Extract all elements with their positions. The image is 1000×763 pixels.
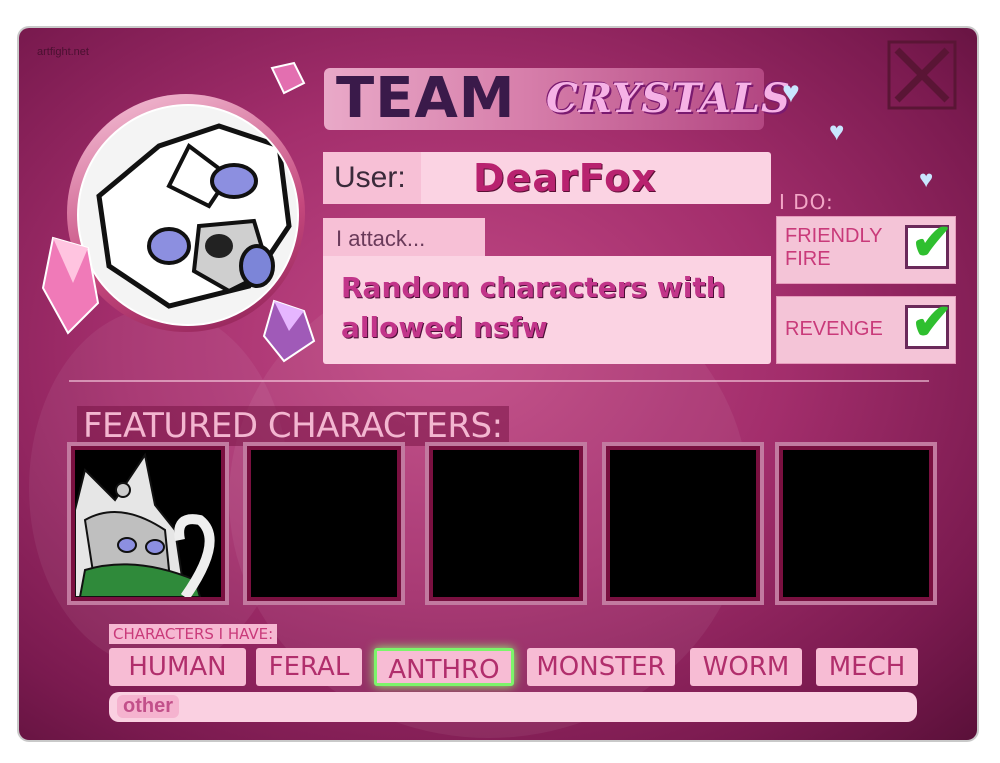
- characters-i-have-label: CHARACTERS I HAVE:: [109, 624, 278, 644]
- tag-monster[interactable]: MONSTER: [527, 648, 675, 686]
- tag-mech[interactable]: MECH: [816, 648, 918, 686]
- team-card: artfight.net TEAM CRYSTALS User: DearFox…: [19, 28, 977, 740]
- divider: [69, 380, 929, 382]
- team-banner: TEAM CRYSTALS: [324, 66, 790, 131]
- tag-label: MONSTER: [536, 652, 666, 682]
- tag-label: WORM: [702, 652, 790, 682]
- tag-label: FERAL: [268, 652, 350, 682]
- attack-box: Random characters with allowed nsfw: [323, 256, 771, 364]
- user-field: User: DearFox: [323, 152, 771, 204]
- team-word: TEAM: [336, 66, 516, 131]
- artfight-logo-icon: [887, 40, 957, 110]
- other-label: other: [117, 695, 179, 718]
- tag-feral[interactable]: FERAL: [256, 648, 362, 686]
- featured-slot-2[interactable]: [247, 446, 401, 601]
- checkmark-icon: ✔: [911, 294, 953, 350]
- revenge-label: REVENGE: [785, 318, 883, 340]
- featured-characters-label: FEATURED CHARACTERS:: [77, 406, 509, 446]
- tag-anthro[interactable]: ANTHRO: [374, 648, 514, 686]
- heart-icon: ♥: [919, 166, 934, 193]
- friendly-fire-checkbox[interactable]: ✔: [905, 214, 953, 270]
- other-field[interactable]: other: [109, 692, 917, 722]
- heart-icon: ♥: [782, 76, 800, 109]
- heart-icon: ♥: [829, 116, 845, 146]
- checkmark-icon: ✔: [911, 214, 953, 270]
- avatar-drawing: [96, 123, 292, 309]
- user-name: DearFox: [473, 156, 657, 200]
- tag-worm[interactable]: WORM: [690, 648, 802, 686]
- attack-label-tab: I attack...: [323, 218, 485, 256]
- featured-slot-5[interactable]: [779, 446, 933, 601]
- featured-slot-3[interactable]: [429, 446, 583, 601]
- i-do-label: I DO:: [779, 190, 834, 214]
- watermark: artfight.net: [37, 46, 89, 58]
- crystal-decoration-icon: [262, 299, 316, 363]
- tag-label: HUMAN: [128, 652, 227, 682]
- user-label-cell: User:: [323, 152, 421, 204]
- tag-label: MECH: [828, 652, 906, 682]
- tag-human[interactable]: HUMAN: [109, 648, 246, 686]
- user-label: User:: [334, 161, 406, 194]
- attack-label: I attack...: [336, 226, 426, 251]
- featured-slot-4[interactable]: [606, 446, 760, 601]
- featured-slot-1[interactable]: [71, 446, 225, 601]
- attack-text: Random characters with allowed nsfw: [341, 271, 726, 344]
- avatar: [77, 104, 299, 326]
- featured-character-image: [74, 452, 215, 600]
- crystal-decoration-icon: [41, 236, 100, 335]
- friendly-fire-label-line2: FIRE: [785, 248, 831, 270]
- option-revenge: REVENGE ✔: [776, 294, 956, 364]
- revenge-checkbox[interactable]: ✔: [905, 294, 953, 350]
- friendly-fire-label-line1: FRIENDLY: [785, 225, 883, 247]
- crystal-decoration-icon: [270, 61, 306, 95]
- tag-label: ANTHRO: [388, 655, 500, 685]
- option-friendly-fire: FRIENDLY FIRE ✔: [776, 214, 956, 284]
- team-name: CRYSTALS: [546, 75, 791, 122]
